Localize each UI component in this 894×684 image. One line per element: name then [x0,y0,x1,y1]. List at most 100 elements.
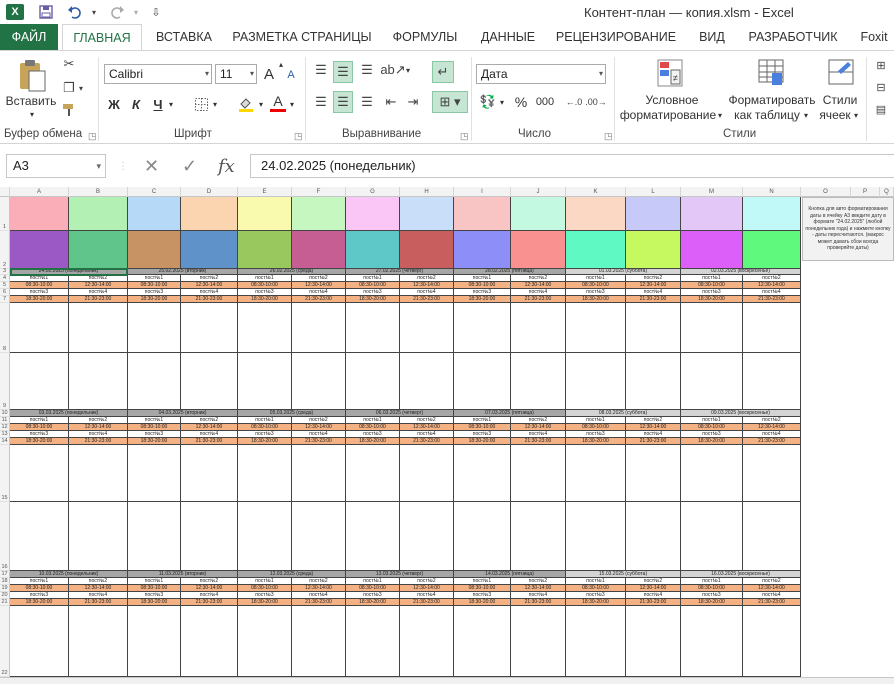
date-header-cell[interactable]: 09.03.2025 (воскресенье) [681,410,801,417]
time-slot-cell[interactable]: 08:30-10:00 [681,585,743,592]
name-box[interactable]: A3 ▾ [6,154,106,178]
post-cell[interactable]: пост№1 [566,578,626,585]
content-cell[interactable] [292,303,346,353]
time-slot-cell[interactable]: 21:30-23:00 [69,599,128,606]
column-header[interactable]: E [238,187,292,197]
time-slot-cell[interactable]: 18:30-20:00 [10,296,69,303]
color-swatch[interactable] [69,231,128,269]
content-cell[interactable] [346,303,400,353]
content-cell[interactable] [238,606,292,677]
date-header-cell[interactable]: 05.03.2025 (среда) [238,410,346,417]
post-cell[interactable]: пост№3 [681,289,743,296]
content-cell[interactable] [292,445,346,502]
align-top-icon[interactable]: ☰ [312,61,330,79]
content-cell[interactable] [743,445,801,502]
color-swatch[interactable] [181,231,238,269]
conditional-formatting-icon[interactable]: ≠ [655,57,685,89]
column-header[interactable]: I [454,187,511,197]
time-slot-cell[interactable]: 08:30-10:00 [238,424,292,431]
number-launcher-icon[interactable]: ◳ [604,131,613,142]
time-slot-cell[interactable]: 12:30-14:00 [626,282,681,289]
post-cell[interactable]: пост№4 [743,592,801,599]
worksheet[interactable]: ABCDEFGHIJKLMNOPQ 1 2 3 4 5 6 7 8 9 10 11 12 13 14 15 1… [0,187,894,684]
time-slot-cell[interactable]: 12:30-14:00 [292,424,346,431]
delete-cells-icon[interactable]: ⊟ [872,79,890,95]
time-slot-cell[interactable]: 21:30-23:00 [626,599,681,606]
post-cell[interactable]: пост№1 [454,275,511,282]
post-cell[interactable]: пост№1 [346,578,400,585]
time-slot-cell[interactable]: 21:30-23:00 [743,438,801,445]
date-header-cell[interactable]: 04.03.2025 (вторник) [128,410,238,417]
time-slot-cell[interactable]: 18:30-20:00 [681,296,743,303]
row-header[interactable]: 14 [0,438,10,445]
color-swatch[interactable] [292,231,346,269]
content-cell[interactable] [743,606,801,677]
time-slot-cell[interactable]: 08:30-10:00 [566,424,626,431]
post-cell[interactable]: пост№3 [454,431,511,438]
tab-data[interactable]: ДАННЫЕ [476,24,540,50]
post-cell[interactable]: пост№4 [292,592,346,599]
content-cell[interactable] [626,353,681,410]
content-cell[interactable] [400,353,454,410]
time-slot-cell[interactable]: 08:30-10:00 [346,424,400,431]
date-header-cell[interactable]: 15.03.2025 (суббота) [566,571,681,578]
post-cell[interactable]: пост№2 [626,578,681,585]
post-cell[interactable]: пост№4 [511,289,566,296]
time-slot-cell[interactable]: 21:30-23:00 [181,296,238,303]
align-middle-icon[interactable]: ☰ [333,61,353,83]
post-cell[interactable]: пост№3 [681,431,743,438]
date-header-cell[interactable]: 08.03.2025 (суббота) [566,410,681,417]
column-header[interactable]: H [400,187,454,197]
content-cell[interactable] [69,606,128,677]
cancel-icon[interactable]: ✕ [144,154,159,178]
post-cell[interactable]: пост№1 [10,275,69,282]
time-slot-cell[interactable]: 21:30-23:00 [511,438,566,445]
row-header[interactable]: 22 [0,606,10,677]
post-cell[interactable]: пост№4 [181,431,238,438]
conditional-formatting-button[interactable]: форматирование [618,108,718,122]
time-slot-cell[interactable]: 12:30-14:00 [743,585,801,592]
content-cell[interactable] [292,353,346,410]
format-cells-icon[interactable]: ▤ [872,101,890,117]
column-header[interactable]: K [566,187,626,197]
time-slot-cell[interactable]: 12:30-14:00 [181,585,238,592]
time-slot-cell[interactable]: 21:30-23:00 [400,296,454,303]
post-cell[interactable]: пост№1 [566,417,626,424]
post-cell[interactable]: пост№3 [128,592,181,599]
formula-input[interactable]: 24.02.2025 (понедельник) [250,154,894,178]
content-cell[interactable] [69,303,128,353]
column-header[interactable]: M [681,187,743,197]
color-swatch[interactable] [743,231,801,269]
underline-dropdown-icon[interactable]: ▾ [166,95,176,113]
content-cell[interactable] [626,303,681,353]
orientation-icon[interactable]: ab↗ [380,61,405,79]
post-cell[interactable]: пост№2 [181,417,238,424]
post-cell[interactable]: пост№3 [454,289,511,296]
content-cell[interactable] [743,303,801,353]
shrink-font-button[interactable]: A [285,66,297,84]
content-cell[interactable] [10,303,69,353]
row-header[interactable]: 17 [0,571,10,578]
row-header[interactable]: 7 [0,296,10,303]
content-cell[interactable] [181,606,238,677]
content-cell[interactable] [10,502,69,571]
post-cell[interactable]: пост№3 [10,289,69,296]
time-slot-cell[interactable]: 21:30-23:00 [511,296,566,303]
row-header[interactable]: 5 [0,282,10,289]
font-color-dropdown-icon[interactable]: ▾ [287,95,297,113]
post-cell[interactable]: пост№1 [10,417,69,424]
post-cell[interactable]: пост№4 [69,431,128,438]
time-slot-cell[interactable]: 08:30-10:00 [681,282,743,289]
time-slot-cell[interactable]: 12:30-14:00 [181,282,238,289]
content-cell[interactable] [511,445,566,502]
time-slot-cell[interactable]: 21:30-23:00 [181,438,238,445]
enter-icon[interactable]: ✓ [182,154,197,178]
cell-styles-dropdown-icon[interactable]: ▾ [852,108,860,122]
post-cell[interactable]: пост№1 [10,578,69,585]
post-cell[interactable]: пост№4 [626,431,681,438]
color-swatch[interactable] [346,197,400,231]
post-cell[interactable]: пост№2 [400,275,454,282]
post-cell[interactable]: пост№1 [681,417,743,424]
time-slot-cell[interactable]: 18:30-20:00 [128,599,181,606]
sheet-tabs-bar[interactable] [0,677,894,684]
